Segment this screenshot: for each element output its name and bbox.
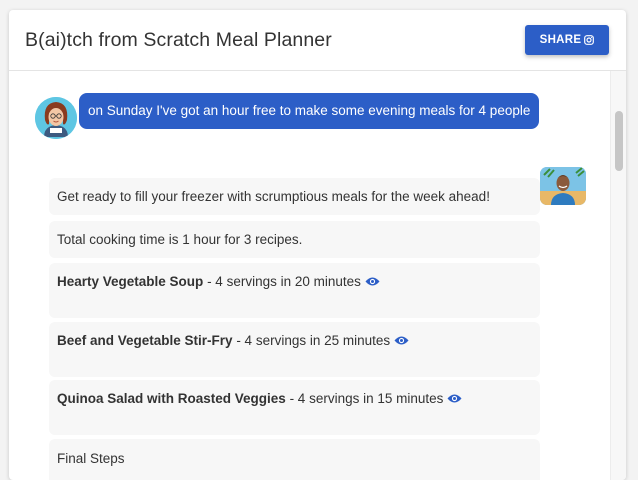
total-time-message: Total cooking time is 1 hour for 3 recip… xyxy=(49,221,540,258)
header: B(ai)tch from Scratch Meal Planner SHARE xyxy=(9,10,626,71)
assistant-intro-message: Get ready to fill your freezer with scru… xyxy=(49,178,540,215)
planner-card: B(ai)tch from Scratch Meal Planner SHARE xyxy=(9,10,626,480)
page-title: B(ai)tch from Scratch Meal Planner xyxy=(25,29,332,51)
recipe-name: Beef and Vegetable Stir-Fry xyxy=(57,333,233,348)
user-avatar xyxy=(35,97,77,139)
total-time-text: Total cooking time is 1 hour for 3 recip… xyxy=(57,232,303,247)
recipe-line: Beef and Vegetable Stir-Fry - 4 servings… xyxy=(57,333,409,348)
scrollbar-thumb[interactable] xyxy=(615,111,623,171)
eye-icon[interactable] xyxy=(447,393,462,404)
intro-text: Get ready to fill your freezer with scru… xyxy=(57,189,490,204)
share-button-label: SHARE xyxy=(539,34,582,46)
recipe-line: Hearty Vegetable Soup - 4 servings in 20… xyxy=(57,274,380,289)
recipe-card: Beef and Vegetable Stir-Fry - 4 servings… xyxy=(49,322,540,377)
recipe-details: - 4 servings in 25 minutes xyxy=(232,333,391,348)
user-message: on Sunday I've got an hour free to make … xyxy=(79,93,540,129)
bot-avatar xyxy=(540,167,586,205)
eye-icon[interactable] xyxy=(365,276,380,287)
recipe-details: - 4 servings in 20 minutes xyxy=(203,274,361,289)
chat-area: on Sunday I've got an hour free to make … xyxy=(9,71,609,480)
chat-scrollbar[interactable] xyxy=(610,71,626,480)
recipe-card: Hearty Vegetable Soup - 4 servings in 20… xyxy=(49,263,540,318)
share-button[interactable]: SHARE xyxy=(525,25,609,55)
final-steps-heading: Final Steps xyxy=(57,451,125,466)
recipe-line: Quinoa Salad with Roasted Veggies - 4 se… xyxy=(57,391,462,406)
recipe-name: Quinoa Salad with Roasted Veggies xyxy=(57,391,286,406)
instagram-icon xyxy=(584,35,595,45)
recipe-card: Quinoa Salad with Roasted Veggies - 4 se… xyxy=(49,380,540,435)
eye-icon[interactable] xyxy=(394,335,409,346)
recipe-name: Hearty Vegetable Soup xyxy=(57,274,204,289)
recipe-details: - 4 servings in 15 minutes xyxy=(285,391,444,406)
final-steps-card: Final Steps xyxy=(49,439,540,480)
